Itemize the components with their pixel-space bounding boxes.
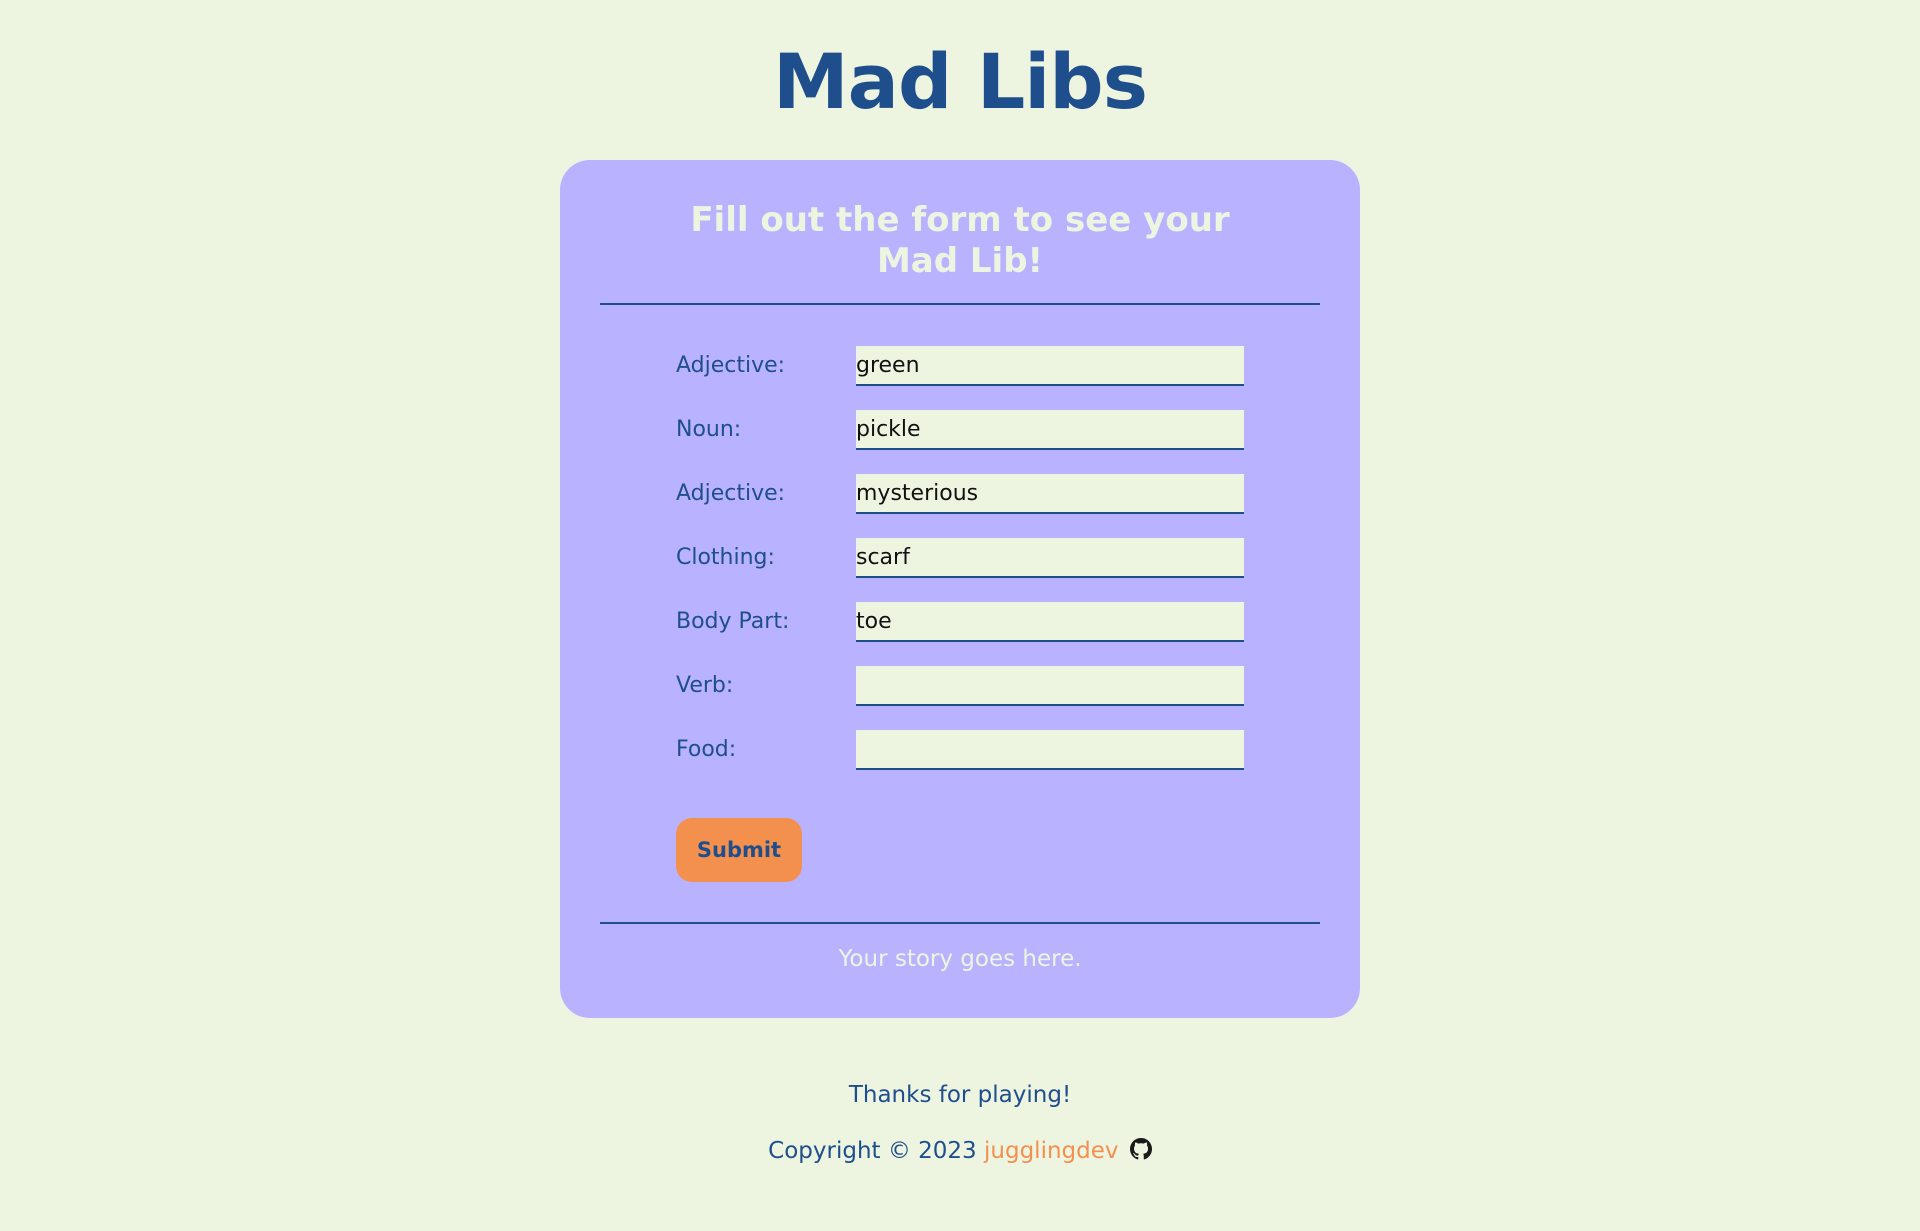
- noun-input[interactable]: [856, 410, 1244, 450]
- submit-button[interactable]: Submit: [676, 818, 802, 882]
- field-label-food: Food:: [676, 737, 737, 762]
- field-label-adjective-1: Adjective:: [676, 353, 786, 378]
- field-label-adjective-2: Adjective:: [676, 481, 786, 506]
- page-title: Mad Libs: [773, 37, 1148, 126]
- form-row-adjective-2: Adjective:: [676, 474, 1256, 514]
- copyright-line: Copyright © 2023 jugglingdev: [0, 1136, 1920, 1166]
- adjective-2-input[interactable]: [856, 474, 1244, 514]
- author-link[interactable]: jugglingdev: [984, 1138, 1119, 1164]
- madlib-card: Fill out the form to see your Mad Lib! A…: [560, 160, 1360, 1018]
- field-label-noun: Noun:: [676, 417, 742, 442]
- food-input[interactable]: [856, 730, 1244, 770]
- bottom-divider: [600, 922, 1320, 924]
- field-label-clothing: Clothing:: [676, 545, 775, 570]
- verb-input[interactable]: [856, 666, 1244, 706]
- field-label-body-part: Body Part:: [676, 609, 790, 634]
- story-output: Your story goes here.: [838, 946, 1082, 972]
- form-row-clothing: Clothing:: [676, 538, 1256, 578]
- form-row-body-part: Body Part:: [676, 602, 1256, 642]
- top-divider: [600, 303, 1320, 305]
- copyright-text: Copyright © 2023: [768, 1138, 977, 1164]
- form-row-food: Food:: [676, 730, 1256, 770]
- github-icon[interactable]: [1129, 1138, 1152, 1160]
- field-label-verb: Verb:: [676, 673, 734, 698]
- adjective-1-input[interactable]: [856, 346, 1244, 386]
- clothing-input[interactable]: [856, 538, 1244, 578]
- form-row-adjective-1: Adjective:: [676, 346, 1256, 386]
- form-row-verb: Verb:: [676, 666, 1256, 706]
- thanks-message: Thanks for playing!: [848, 1082, 1072, 1108]
- form-row-noun: Noun:: [676, 410, 1256, 450]
- card-heading: Fill out the form to see your Mad Lib!: [690, 200, 1230, 281]
- body-part-input[interactable]: [856, 602, 1244, 642]
